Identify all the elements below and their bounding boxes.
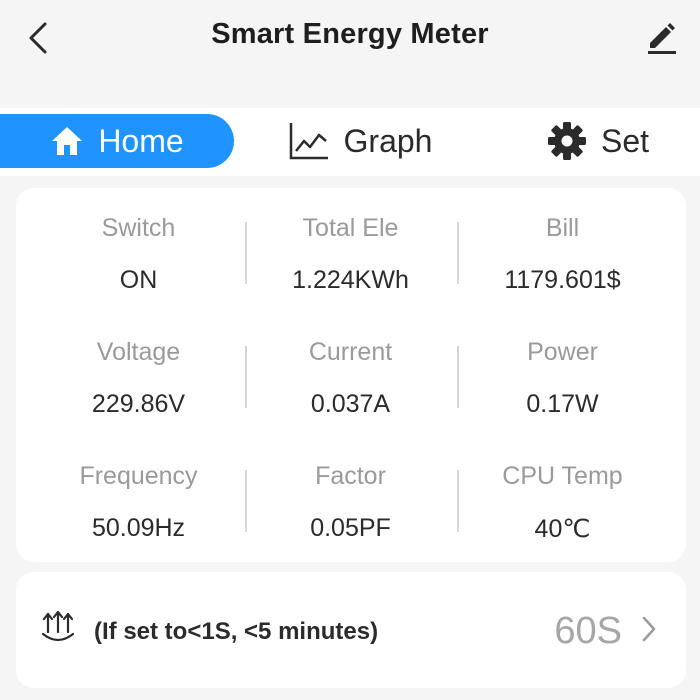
metric-label: Frequency	[79, 462, 198, 490]
page-title: Smart Energy Meter	[211, 18, 489, 50]
tab-set-label: Set	[600, 122, 650, 159]
metric-value: 40℃	[534, 515, 591, 543]
pencil-icon	[648, 23, 676, 54]
metrics-card: Switch ON Total Ele 1.224KWh Bill 1179.6…	[16, 188, 686, 562]
metric-current: Current 0.037A	[245, 312, 456, 436]
tab-graph[interactable]: Graph	[280, 114, 440, 168]
metric-label: Current	[308, 338, 393, 366]
metric-voltage: Voltage 229.86V	[33, 312, 244, 436]
metric-value: 0.037A	[310, 390, 391, 418]
refresh-interval-setting[interactable]: (If set to<1S, <5 minutes) 60S	[16, 572, 686, 688]
metric-switch: Switch ON	[33, 188, 244, 312]
refresh-interval-card: (If set to<1S, <5 minutes) 60S	[16, 572, 686, 688]
metric-power: Power 0.17W	[457, 312, 668, 436]
metric-label: Power	[527, 338, 598, 366]
metrics-row-electrical: Voltage 229.86V Current 0.037A Power 0.1…	[16, 312, 686, 436]
upload-refresh-icon	[41, 610, 75, 642]
tab-graph-label: Graph	[343, 122, 433, 159]
metric-label: Factor	[315, 462, 386, 490]
tab-home[interactable]: Home	[0, 114, 234, 168]
metric-label: Voltage	[96, 338, 181, 366]
metric-value: 0.17W	[526, 390, 599, 418]
metric-factor: Factor 0.05PF	[245, 436, 456, 560]
chevron-right-icon	[642, 616, 656, 642]
metric-label: Switch	[101, 214, 176, 242]
metrics-row-system: Frequency 50.09Hz Factor 0.05PF CPU Temp…	[16, 436, 686, 560]
metric-value: 229.86V	[91, 390, 186, 418]
metric-bill: Bill 1179.601$	[457, 188, 668, 312]
metric-value: 0.05PF	[310, 514, 391, 542]
home-icon	[52, 127, 83, 155]
tab-home-label: Home	[98, 122, 184, 159]
line-chart-icon	[289, 123, 328, 160]
metric-value: 50.09Hz	[91, 514, 186, 542]
metric-label: Total Ele	[302, 214, 399, 242]
gear-icon	[547, 122, 586, 160]
tab-bar: Home Graph Set	[0, 108, 700, 176]
metric-total-ele: Total Ele 1.224KWh	[245, 188, 456, 312]
metric-value: 1.224KWh	[292, 266, 409, 294]
metric-label: CPU Temp	[502, 462, 623, 490]
metric-value: ON	[119, 266, 158, 294]
refresh-interval-hint: (If set to<1S, <5 minutes)	[94, 618, 379, 645]
metric-label: Bill	[545, 214, 580, 242]
metric-frequency: Frequency 50.09Hz	[33, 436, 244, 560]
tab-set[interactable]: Set	[538, 114, 658, 168]
edit-button[interactable]	[640, 14, 684, 60]
metric-cpu-temp: CPU Temp 40℃	[457, 436, 668, 560]
refresh-interval-value: 60S	[554, 610, 622, 652]
app-header: Smart Energy Meter	[0, 0, 700, 78]
metrics-row-status: Switch ON Total Ele 1.224KWh Bill 1179.6…	[16, 188, 686, 312]
smart-energy-meter-screen: Smart Energy Meter Home Graph Set Switch…	[0, 0, 700, 700]
metric-value: 1179.601$	[504, 266, 621, 294]
